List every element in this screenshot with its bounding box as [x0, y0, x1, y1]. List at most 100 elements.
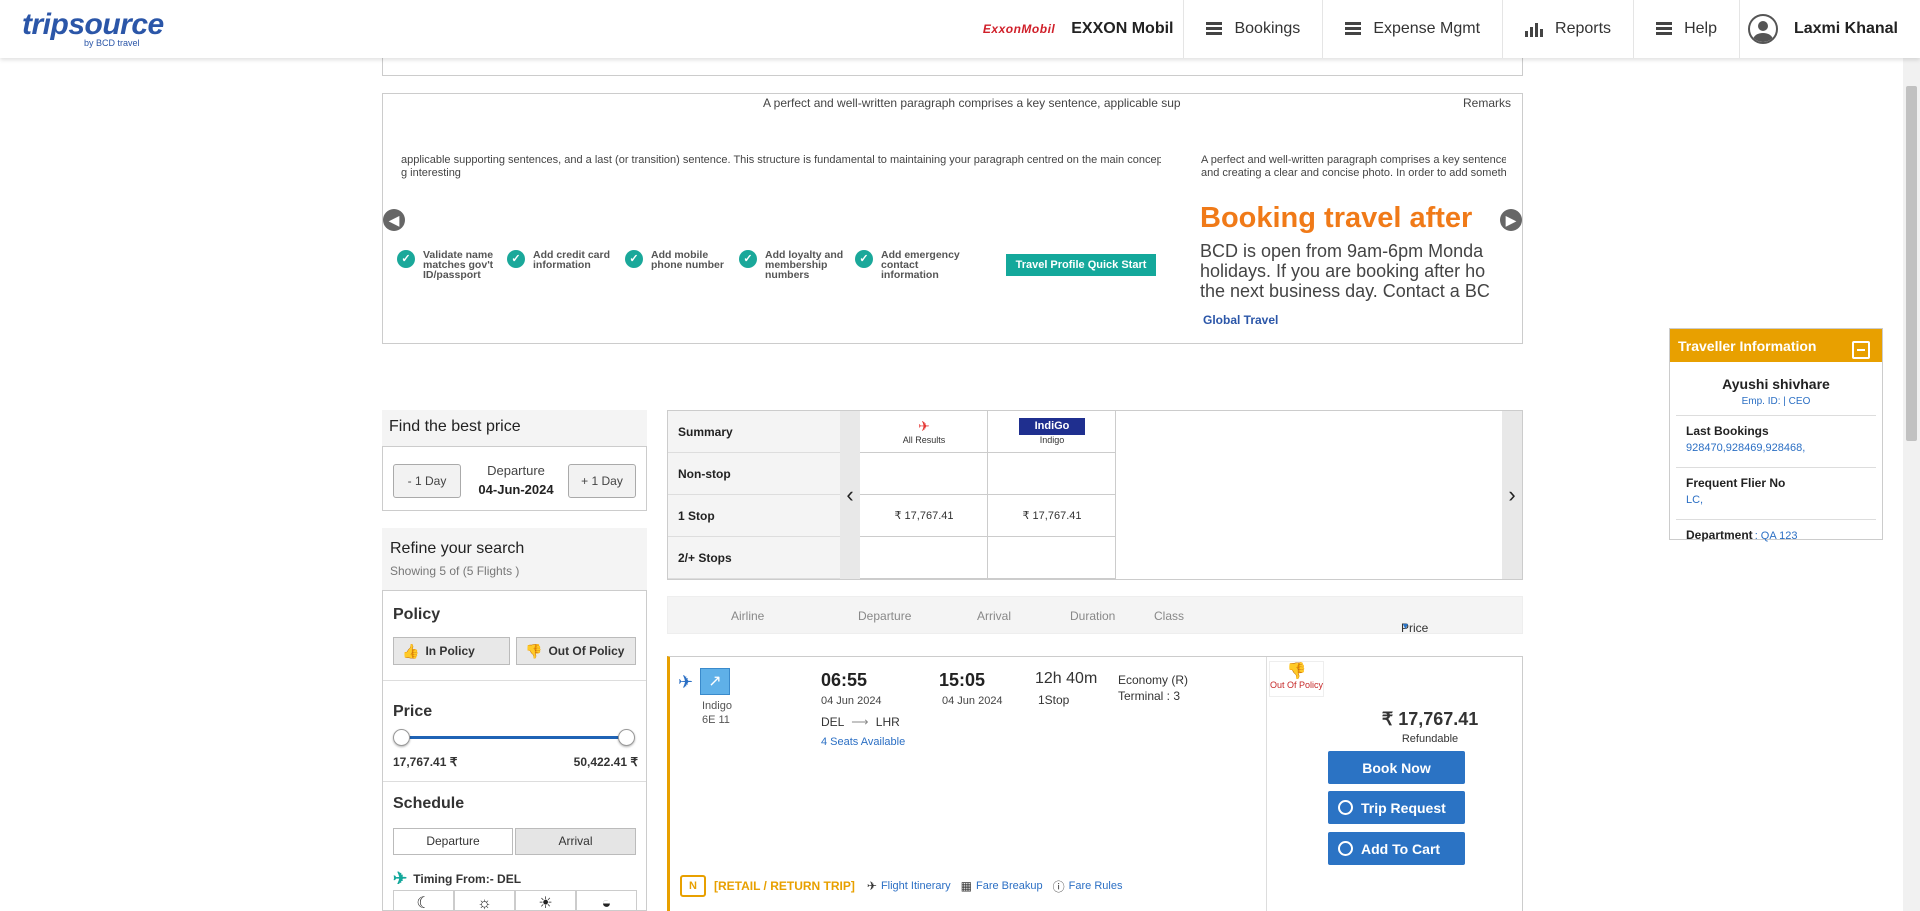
matrix-head-indigo[interactable]: IndiGo Indigo [988, 411, 1116, 453]
matrix-cell[interactable] [860, 453, 988, 495]
route: DEL ⟶ LHR [821, 715, 900, 729]
departure-label: Departure [487, 463, 545, 478]
step-label: Add emergency contact information [881, 249, 960, 281]
menu-icon [1206, 22, 1223, 36]
minimize-icon[interactable] [1852, 341, 1870, 359]
matrix-next-icon[interactable]: › [1502, 411, 1522, 579]
exxon-logo: ExxonMobil [982, 22, 1056, 36]
step-label: Add mobile phone number [651, 249, 724, 271]
afternoon-slot-icon[interactable]: ☀ [515, 890, 576, 910]
route-to: LHR [875, 715, 900, 729]
main-nav: ExxonMobil EXXON Mobil Bookings Expense … [973, 0, 1920, 58]
carousel-prev-icon[interactable]: ◀ [383, 209, 405, 231]
matrix-cell[interactable]: ₹ 17,767.41 [860, 495, 988, 537]
cabin-class: Economy (R) Terminal : 3 [1118, 672, 1188, 704]
last-bookings-value[interactable]: 928470,928469,928468, [1686, 442, 1876, 454]
policy-label: Out Of Policy [1270, 680, 1324, 690]
thumbs-down-icon: 👎 [525, 642, 543, 659]
matrix-cell[interactable]: ₹ 17,767.41 [988, 495, 1116, 537]
matrix-col-name: All Results [902, 435, 946, 445]
tab-departure[interactable]: Departure [393, 828, 513, 855]
check-icon: ✓ [625, 250, 643, 268]
menu-icon [1345, 22, 1362, 36]
traveller-info-title: Traveller Information [1678, 338, 1817, 354]
company-brand: ExxonMobil EXXON Mobil [973, 0, 1185, 58]
in-policy-button[interactable]: 👍 In Policy [393, 637, 510, 665]
indigo-airline-icon: ↗ [700, 668, 730, 695]
in-policy-label: In Policy [425, 644, 475, 658]
divider [1266, 657, 1267, 911]
matrix-col-indigo: IndiGo Indigo ₹ 17,767.41 [988, 411, 1116, 579]
col-arrival[interactable]: Arrival [977, 609, 1011, 623]
matrix-head-all[interactable]: ✈ All Results [860, 411, 988, 453]
traveller-emp: Emp. ID: | CEO [1741, 396, 1811, 407]
matrix-prev-icon[interactable]: ‹ [840, 411, 860, 579]
results-header: Airline Departure Arrival Duration Class… [667, 596, 1523, 635]
price-min: 17,767.41 ₹ [393, 755, 458, 769]
col-class[interactable]: Class [1154, 609, 1184, 623]
bcd-line: holidays. If you are booking after ho [1200, 261, 1486, 281]
evening-slot-icon[interactable]: ◒ [576, 890, 637, 910]
scrollbar-thumb[interactable] [1906, 86, 1917, 441]
tab-arrival[interactable]: Arrival [515, 828, 636, 855]
flight-number: 6E 11 [702, 714, 730, 726]
fare-breakup-link[interactable]: ▦ Fare Breakup [961, 879, 1043, 893]
traveller-info-header: Traveller Information [1670, 329, 1882, 362]
page-scrollbar[interactable] [1903, 58, 1920, 911]
matrix-cell[interactable] [860, 537, 988, 579]
price-slider-track[interactable] [401, 736, 626, 739]
col-duration[interactable]: Duration [1070, 609, 1115, 623]
matrix-cell[interactable] [988, 453, 1116, 495]
plane-icon: ✈ [393, 869, 408, 888]
fare-rules-link[interactable]: ⓘ Fare Rules [1053, 878, 1123, 895]
trip-type: [RETAIL / RETURN TRIP] [714, 879, 855, 893]
minus-day-button[interactable]: - 1 Day [393, 464, 461, 498]
arr-time: 15:05 [939, 670, 986, 690]
tripsource-logo[interactable]: tripsource by BCD travel [22, 8, 164, 48]
find-price-box: - 1 Day Departure 04-Jun-2024 + 1 Day [382, 446, 647, 511]
plane-icon: ✈ [678, 672, 694, 692]
refine-header: Refine your search Showing 5 of (5 Fligh… [382, 528, 647, 590]
price-slider-max-handle[interactable] [617, 729, 635, 746]
add-to-cart-button[interactable]: Add To Cart [1328, 832, 1465, 865]
arrow-right-icon: ⟶ [851, 715, 869, 729]
time-slots: ☾ ☼ ☀ ◒ [393, 890, 637, 910]
quick-start-button[interactable]: Travel Profile Quick Start [1006, 254, 1156, 276]
book-now-button[interactable]: Book Now [1328, 751, 1465, 784]
trip-request-button[interactable]: Trip Request [1328, 791, 1465, 824]
flight-price: ₹ 17,767.41 [1381, 709, 1479, 729]
nav-help[interactable]: Help [1634, 0, 1740, 58]
check-icon: ✓ [507, 250, 525, 268]
col-airline[interactable]: Airline [731, 609, 764, 623]
nav-bookings[interactable]: Bookings [1184, 0, 1324, 58]
announcement-carousel: A perfect and well-written paragraph com… [382, 93, 1523, 344]
out-policy-button[interactable]: 👎 Out Of Policy [516, 637, 636, 665]
price-title: Price [393, 703, 433, 720]
nav-reports[interactable]: Reports [1503, 0, 1635, 58]
schedule-title: Schedule [393, 795, 465, 812]
plus-day-button[interactable]: + 1 Day [568, 464, 636, 498]
nav-reports-label: Reports [1555, 20, 1612, 37]
bcd-line: the next business day. Contact a BC [1200, 281, 1490, 301]
refine-subtitle: Showing 5 of (5 Flights ) [390, 564, 520, 578]
user-menu[interactable]: Laxmi Khanal [1740, 0, 1920, 58]
matrix-cell[interactable] [988, 537, 1116, 579]
nav-expense[interactable]: Expense Mgmt [1323, 0, 1504, 58]
menu-icon [1656, 22, 1673, 36]
user-name: Laxmi Khanal [1793, 20, 1898, 37]
seats-available[interactable]: 4 Seats Available [821, 736, 905, 748]
night-slot-icon[interactable]: ☾ [393, 890, 454, 910]
step-item: ✓ Add mobile phone number [625, 250, 729, 280]
col-departure[interactable]: Departure [858, 609, 911, 623]
carousel-next-icon[interactable]: ▶ [1500, 209, 1522, 231]
matrix-row-label: Summary [668, 411, 840, 453]
matrix-col-name: Indigo [1039, 435, 1065, 445]
flight-itinerary-link[interactable]: ✈ Flight Itinerary [867, 879, 951, 893]
plane-icon: ✈ [918, 418, 930, 434]
logo-by-text: by BCD travel [84, 38, 140, 48]
price-slider-min-handle[interactable] [392, 729, 410, 746]
radio-icon [1338, 841, 1353, 856]
price-max: 50,422.41 ₹ [573, 755, 638, 769]
dep-date: 04 Jun 2024 [821, 695, 882, 707]
morning-slot-icon[interactable]: ☼ [454, 890, 515, 910]
